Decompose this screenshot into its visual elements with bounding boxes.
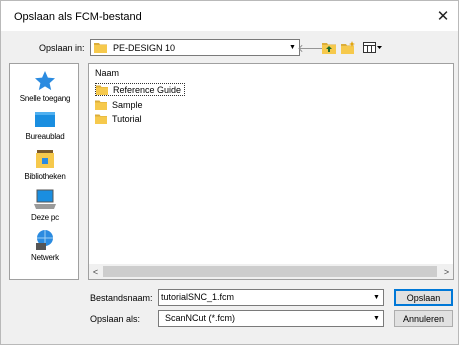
file-list[interactable]: Naam Reference Guide Sample Tutorial < > <box>88 63 454 280</box>
scroll-left-button[interactable]: < <box>89 264 102 279</box>
folder-icon <box>95 100 107 110</box>
folder-icon <box>96 85 108 95</box>
folder-icon <box>95 114 107 124</box>
title-bar: Opslaan als FCM-bestand ✕ <box>1 1 458 31</box>
sidebar-item-label: Bureaublad <box>25 132 65 141</box>
filename-label: Bestandsnaam: <box>90 293 153 303</box>
sidebar-item-label: Bibliotheken <box>24 172 66 181</box>
lookin-dropdown[interactable]: PE-DESIGN 10 ▼ <box>90 39 300 56</box>
column-header-name[interactable]: Naam <box>95 68 119 78</box>
sidebar-item-desktop[interactable]: Bureaublad <box>10 110 80 141</box>
star-icon <box>35 71 55 91</box>
up-folder-icon[interactable] <box>321 39 337 56</box>
cancel-button[interactable]: Annuleren <box>394 310 453 327</box>
list-item[interactable]: Tutorial <box>95 112 145 125</box>
sidebar-item-label: Netwerk <box>31 253 59 262</box>
sidebar-item-libraries[interactable]: Bibliotheken <box>10 148 80 181</box>
sidebar-item-label: Deze pc <box>31 213 59 222</box>
folder-icon <box>94 43 107 53</box>
network-icon <box>36 230 53 250</box>
computer-icon <box>34 189 56 209</box>
view-menu-icon[interactable] <box>362 39 384 56</box>
chevron-down-icon[interactable]: ▼ <box>370 290 383 305</box>
sidebar-item-quick-access[interactable]: Snelle toegang <box>10 70 80 103</box>
filename-field[interactable]: tutorialSNC_1.fcm ▼ <box>158 289 384 306</box>
save-type-select[interactable]: ScanNCut (*.fcm) ▼ <box>158 310 384 327</box>
file-name: Tutorial <box>112 113 142 124</box>
save-button[interactable]: Opslaan <box>394 289 453 306</box>
lookin-label: Opslaan in: <box>39 43 85 53</box>
list-item[interactable]: Reference Guide <box>95 83 186 96</box>
save-type-value: ScanNCut (*.fcm) <box>165 313 236 323</box>
list-item[interactable]: Sample <box>95 98 146 111</box>
file-name: Sample <box>112 99 143 110</box>
close-button[interactable]: ✕ <box>428 1 458 31</box>
save-dialog: Opslaan als FCM-bestand ✕ Opslaan in: PE… <box>0 0 459 345</box>
sidebar-item-this-pc[interactable]: Deze pc <box>10 189 80 222</box>
file-name: Reference Guide <box>113 84 182 95</box>
back-arrow-icon[interactable]: 🡐 <box>297 39 327 56</box>
filename-value: tutorialSNC_1.fcm <box>161 292 235 302</box>
library-icon <box>36 150 54 168</box>
horizontal-scrollbar[interactable]: < > <box>89 264 453 279</box>
lookin-value: PE-DESIGN 10 <box>113 42 176 53</box>
desktop-icon <box>35 112 55 127</box>
places-sidebar: Snelle toegang Bureaublad Bibliotheken D… <box>9 63 79 280</box>
new-folder-icon[interactable] <box>340 39 356 56</box>
scrollbar-thumb[interactable] <box>103 266 437 277</box>
sidebar-item-network[interactable]: Netwerk <box>10 229 80 262</box>
save-type-label: Opslaan als: <box>90 314 141 324</box>
scroll-right-button[interactable]: > <box>440 264 453 279</box>
chevron-down-icon[interactable]: ▼ <box>370 311 383 326</box>
sidebar-item-label: Snelle toegang <box>19 94 71 103</box>
dialog-title: Opslaan als FCM-bestand <box>14 11 142 23</box>
